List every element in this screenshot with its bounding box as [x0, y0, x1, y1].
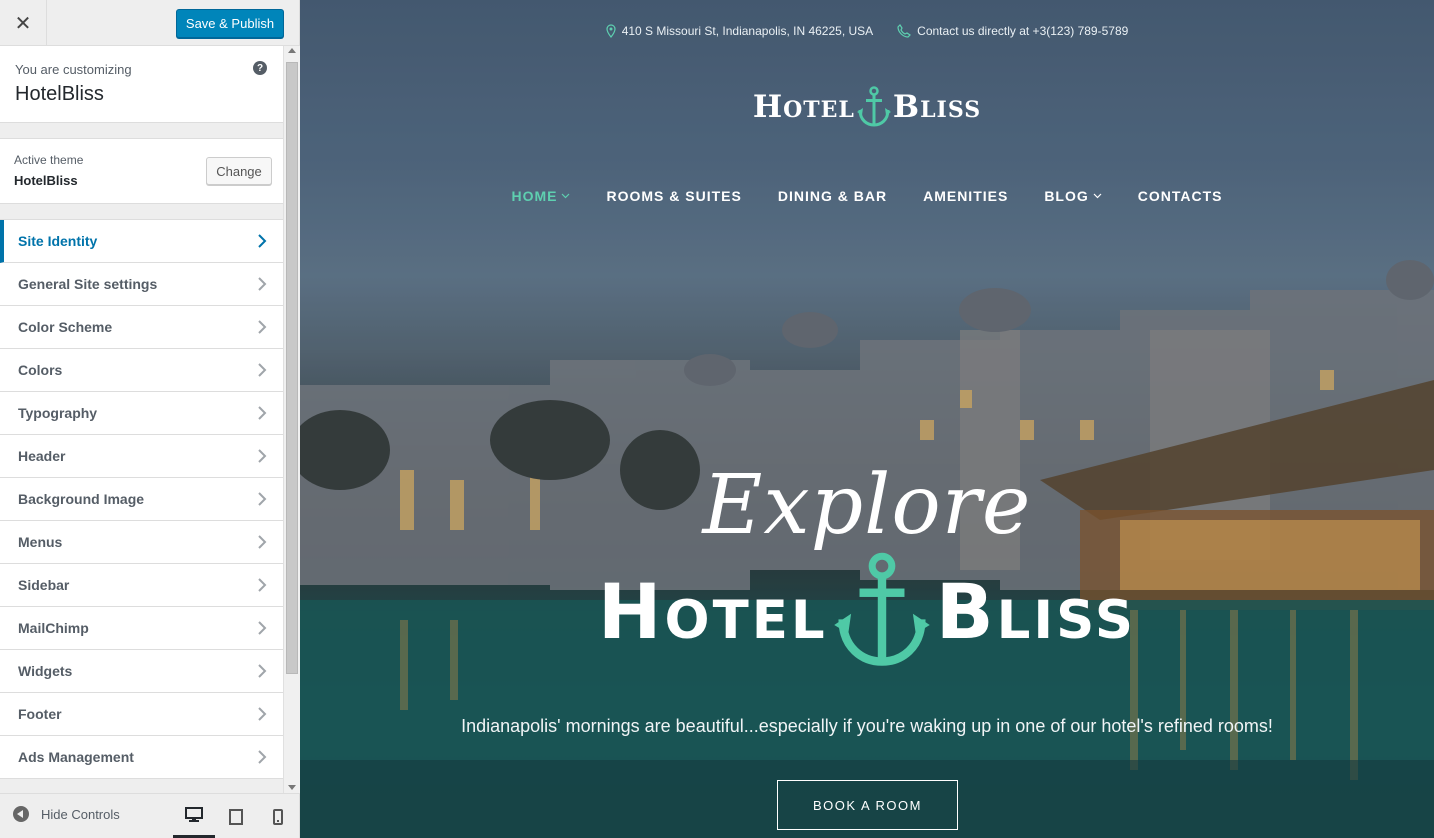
help-icon[interactable]: ?: [253, 61, 267, 75]
panel-mailchimp[interactable]: MailChimp: [0, 607, 283, 650]
hero-word-bliss: Bliss: [935, 566, 1137, 656]
tablet-icon: [229, 808, 243, 825]
close-icon[interactable]: ✕: [0, 0, 47, 46]
nav-label: BLOG: [1044, 188, 1089, 204]
panel-label: Color Scheme: [18, 319, 113, 335]
book-room-button[interactable]: BOOK A ROOM: [777, 780, 958, 830]
chevron-down-icon: [562, 193, 570, 199]
customizing-label: You are customizing: [15, 62, 132, 77]
customizer-controls: You are customizing HotelBliss ? Active …: [0, 46, 283, 793]
sidebar-scrollbar[interactable]: [283, 46, 300, 793]
phone-icon: [897, 24, 912, 38]
panel-label: Ads Management: [18, 749, 134, 765]
panel-ads-management[interactable]: Ads Management: [0, 736, 283, 779]
panel-list: Site Identity General Site settings Colo…: [0, 219, 283, 779]
main-navigation: HOME ROOMS & SUITES DINING & BAR AMENITI…: [300, 188, 1434, 204]
logo-word-hotel: Hotel: [752, 89, 855, 125]
chevron-right-icon: [258, 664, 267, 678]
anchor-icon: [856, 86, 891, 127]
phone-item: Contact us directly at +3(123) 789-5789: [897, 24, 1128, 38]
address-item: 410 S Missouri St, Indianapolis, IN 4622…: [606, 24, 873, 38]
preview-desktop-button[interactable]: [173, 794, 215, 838]
panel-color-scheme[interactable]: Color Scheme: [0, 306, 283, 349]
hero-tagline: Indianapolis' mornings are beautiful...e…: [461, 716, 1273, 736]
nav-label: HOME: [511, 188, 558, 204]
chevron-right-icon: [258, 320, 267, 334]
mobile-icon: [273, 808, 283, 825]
panel-label: Header: [18, 448, 66, 464]
site-logo[interactable]: Hotel Bliss: [300, 86, 1434, 128]
panel-label: Widgets: [18, 663, 73, 679]
anchor-icon: [833, 552, 930, 666]
scroll-up-icon[interactable]: [288, 48, 296, 53]
customizer-info: You are customizing HotelBliss ?: [0, 46, 283, 123]
desktop-icon: [185, 806, 203, 822]
scroll-thumb[interactable]: [286, 62, 298, 674]
panel-label: Menus: [18, 534, 63, 550]
chevron-right-icon: [258, 277, 267, 291]
site-preview: 410 S Missouri St, Indianapolis, IN 4622…: [300, 0, 1434, 838]
chevron-right-icon: [258, 449, 267, 463]
nav-label: DINING & BAR: [777, 188, 888, 204]
panel-label: MailChimp: [18, 620, 89, 636]
hide-controls-label: Hide Controls: [41, 806, 120, 822]
chevron-right-icon: [258, 234, 267, 248]
hero-title: Hotel Bliss: [300, 552, 1434, 670]
chevron-right-icon: [258, 535, 267, 549]
panel-header[interactable]: Header: [0, 435, 283, 478]
nav-item-dining[interactable]: DINING & BAR: [778, 188, 887, 204]
panel-colors[interactable]: Colors: [0, 349, 283, 392]
chevron-right-icon: [258, 406, 267, 420]
preview-tablet-button[interactable]: [215, 794, 257, 838]
panel-general-site-settings[interactable]: General Site settings: [0, 263, 283, 306]
chevron-down-icon: [1093, 193, 1102, 199]
hero-word-hotel: Hotel: [597, 566, 828, 656]
chevron-right-icon: [258, 492, 267, 506]
address-text: 410 S Missouri St, Indianapolis, IN 4622…: [621, 24, 874, 38]
panel-label: Typography: [18, 405, 98, 421]
chevron-right-icon: [258, 363, 267, 377]
panel-label: Footer: [18, 706, 62, 722]
chevron-right-icon: [258, 707, 267, 721]
save-publish-button[interactable]: Save & Publish: [176, 9, 284, 38]
active-theme-section: Active theme HotelBliss Change: [0, 138, 283, 204]
nav-label: AMENITIES: [923, 188, 1009, 204]
logo-word-bliss: Bliss: [892, 89, 982, 125]
contact-text: Contact us directly at +3(123) 789-5789: [917, 24, 1129, 38]
panel-typography[interactable]: Typography: [0, 392, 283, 435]
nav-label: CONTACTS: [1137, 188, 1223, 204]
nav-item-amenities[interactable]: AMENITIES: [923, 188, 1008, 204]
nav-item-home[interactable]: HOME: [511, 188, 570, 204]
hero-script-title: Explore: [702, 458, 1032, 553]
map-pin-icon: [606, 24, 616, 38]
panel-widgets[interactable]: Widgets: [0, 650, 283, 693]
panel-label: Sidebar: [18, 577, 70, 593]
panel-sidebar[interactable]: Sidebar: [0, 564, 283, 607]
hide-controls-button[interactable]: Hide Controls: [13, 806, 120, 822]
customizer-header: ✕ Save & Publish: [0, 0, 299, 46]
chevron-right-icon: [258, 578, 267, 592]
nav-item-blog[interactable]: BLOG: [1044, 188, 1102, 204]
collapse-icon: [13, 806, 29, 822]
chevron-right-icon: [258, 621, 267, 635]
panel-label: General Site settings: [18, 276, 158, 292]
panel-label: Colors: [18, 362, 63, 378]
preview-mobile-button[interactable]: [257, 794, 299, 838]
nav-item-rooms[interactable]: ROOMS & SUITES: [606, 188, 741, 204]
panel-site-identity[interactable]: Site Identity: [0, 220, 283, 263]
nav-label: ROOMS & SUITES: [606, 188, 742, 204]
customizer-footer: Hide Controls: [0, 793, 299, 838]
chevron-right-icon: [258, 750, 267, 764]
panel-background-image[interactable]: Background Image: [0, 478, 283, 521]
scroll-down-icon[interactable]: [288, 785, 296, 790]
nav-item-contacts[interactable]: CONTACTS: [1138, 188, 1223, 204]
panel-menus[interactable]: Menus: [0, 521, 283, 564]
site-title: HotelBliss: [15, 83, 104, 105]
contact-bar: 410 S Missouri St, Indianapolis, IN 4622…: [300, 24, 1434, 38]
panel-footer[interactable]: Footer: [0, 693, 283, 736]
change-theme-button[interactable]: Change: [206, 157, 272, 185]
customizer-sidebar: ✕ Save & Publish You are customizing Hot…: [0, 0, 300, 838]
panel-label: Background Image: [18, 491, 145, 507]
panel-label: Site Identity: [18, 233, 98, 249]
